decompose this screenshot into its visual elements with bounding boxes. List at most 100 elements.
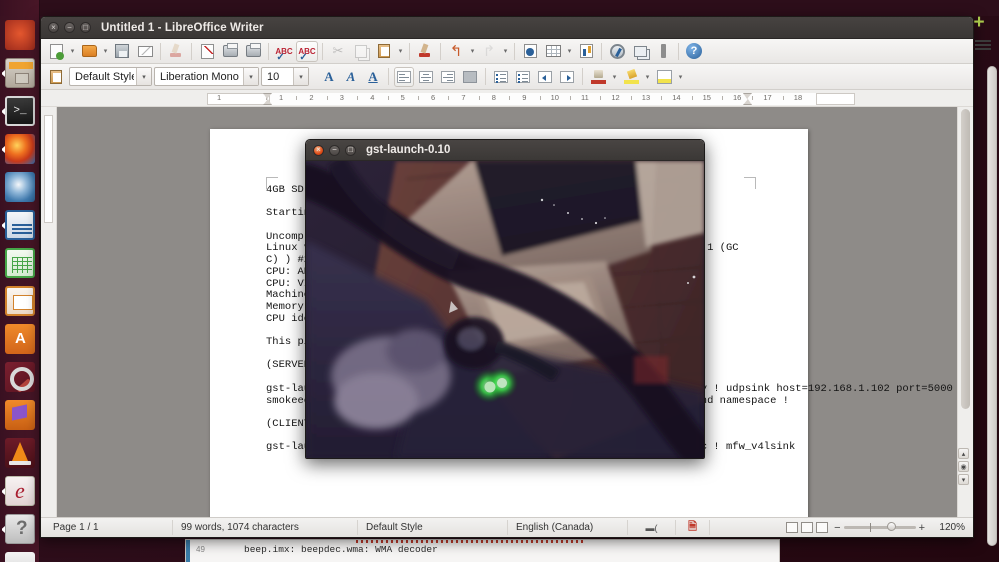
background-color-button[interactable] <box>654 67 674 87</box>
font-color-dropdown[interactable]: ▾ <box>610 66 619 87</box>
formatting-toolbar[interactable]: Default Style ▾ Liberation Mono ▾ 10 ▾ A… <box>41 64 973 90</box>
copy-button[interactable] <box>350 41 372 62</box>
zoom-out-button[interactable]: − <box>834 522 840 534</box>
font-name-combobox[interactable]: Liberation Mono ▾ <box>154 67 259 86</box>
undo-button[interactable]: ↰ <box>445 41 467 62</box>
chevron-down-icon[interactable]: ▾ <box>243 68 258 85</box>
single-page-icon[interactable] <box>786 522 799 533</box>
cut-button[interactable]: ✂ <box>327 41 349 62</box>
desktop-scrollbar[interactable] <box>987 66 997 546</box>
font-size-combobox[interactable]: 10 ▾ <box>261 67 309 86</box>
libreoffice-help-button[interactable]: ? <box>683 41 705 62</box>
launcher-item-firefox[interactable] <box>2 131 38 167</box>
paragraph-style-combobox[interactable]: Default Style ▾ <box>69 67 152 86</box>
edit-mode-button[interactable] <box>165 41 187 62</box>
gallery-button[interactable] <box>629 41 651 62</box>
zoom-slider-track[interactable] <box>843 522 916 532</box>
scrollbar-thumb[interactable] <box>961 109 970 409</box>
background-color-dropdown[interactable]: ▾ <box>676 66 685 87</box>
launcher-item-libreoffice-impress[interactable] <box>2 283 38 319</box>
page-style[interactable]: Default Style <box>358 520 508 535</box>
launcher-item-ubuntu-dash[interactable] <box>2 17 38 53</box>
zoom-in-button[interactable]: + <box>919 522 925 534</box>
print-document-button[interactable] <box>219 41 241 62</box>
clone-formatting-button[interactable] <box>414 41 436 62</box>
view-layout-buttons[interactable] <box>786 522 829 533</box>
maximize-button[interactable]: □ <box>345 144 356 156</box>
vertical-ruler[interactable] <box>41 107 57 517</box>
launcher-item-files[interactable] <box>2 55 38 91</box>
new-document-button[interactable] <box>45 41 67 62</box>
decrease-indent-button[interactable] <box>535 67 555 87</box>
launcher-item-acrobat-reader[interactable] <box>2 473 38 509</box>
insert-mode-indicator[interactable]: ▬( <box>628 520 676 535</box>
gst-titlebar[interactable]: × − □ gst-launch-0.10 <box>306 140 704 161</box>
launcher-item-chromium[interactable] <box>2 169 38 205</box>
undo-dropdown[interactable]: ▾ <box>468 41 477 62</box>
hamburger-menu-icon[interactable] <box>975 38 991 52</box>
launcher-item-software-center[interactable] <box>2 321 38 357</box>
highlighting-dropdown[interactable]: ▾ <box>643 66 652 87</box>
horizontal-ruler[interactable]: 1 1 2 3 4 5 6 7 8 9 10 11 12 13 14 15 16 17 18 <box>41 90 973 107</box>
launcher-item-amazon[interactable] <box>2 397 38 433</box>
open-document-dropdown[interactable]: ▾ <box>101 41 110 62</box>
page-indicator[interactable]: Page 1 / 1 <box>45 520 173 535</box>
paste-button[interactable] <box>373 41 395 62</box>
close-button[interactable]: × <box>48 22 59 33</box>
set-paragraph-style-button[interactable] <box>45 66 67 87</box>
navigation-dialog-button[interactable]: ◉ <box>958 461 969 472</box>
align-right-button[interactable] <box>438 67 458 87</box>
insert-table-button[interactable] <box>542 41 564 62</box>
navigator-button[interactable] <box>606 41 628 62</box>
minimize-button[interactable]: − <box>64 22 75 33</box>
launcher-item-vlc[interactable] <box>2 435 38 471</box>
print-preview-button[interactable] <box>242 41 264 62</box>
writer-titlebar[interactable]: × − □ Untitled 1 - LibreOffice Writer <box>41 17 973 39</box>
scroll-down-button[interactable]: ▾ <box>958 474 969 485</box>
open-document-button[interactable] <box>78 41 100 62</box>
zoom-level[interactable]: 120% <box>931 520 969 535</box>
new-document-dropdown[interactable]: ▾ <box>68 41 77 62</box>
maximize-button[interactable]: □ <box>80 22 91 33</box>
gst-window-controls[interactable]: × − □ <box>313 144 356 156</box>
insert-hyperlink-button[interactable] <box>519 41 541 62</box>
launcher-item-system-settings[interactable] <box>2 359 38 395</box>
autospellcheck-button[interactable]: ABC <box>296 40 318 63</box>
video-stream-view[interactable] <box>306 161 704 458</box>
standard-toolbar[interactable]: ▾ ▾ ABC ABC ✂ ▾ ↰ ▾ ↱ ▾ <box>41 39 973 64</box>
redo-button[interactable]: ↱ <box>478 41 500 62</box>
add-workspace-button[interactable]: + <box>971 13 987 32</box>
redo-dropdown[interactable]: ▾ <box>501 41 510 62</box>
chevron-down-icon[interactable]: ▾ <box>136 68 151 85</box>
word-count[interactable]: 99 words, 1074 characters <box>173 520 358 535</box>
underline-button[interactable]: A <box>363 67 383 87</box>
unity-launcher[interactable]: >_ <box>0 0 40 562</box>
export-pdf-button[interactable] <box>196 41 218 62</box>
document-modified-indicator[interactable]: 🗎 <box>676 520 710 535</box>
unordered-list-button[interactable] <box>491 67 511 87</box>
language-indicator[interactable]: English (Canada) <box>508 520 628 535</box>
multi-page-icon[interactable] <box>801 522 814 533</box>
scroll-up-button[interactable]: ▴ <box>958 448 969 459</box>
zoom-slider-handle[interactable] <box>886 522 896 531</box>
email-document-button[interactable] <box>134 41 156 62</box>
save-document-button[interactable] <box>111 41 133 62</box>
formatting-marks-button[interactable] <box>652 41 674 62</box>
highlighting-button[interactable] <box>621 67 641 87</box>
bold-button[interactable]: A <box>319 67 339 87</box>
writer-statusbar[interactable]: Page 1 / 1 99 words, 1074 characters Def… <box>41 517 973 537</box>
chevron-down-icon[interactable]: ▾ <box>293 68 308 85</box>
launcher-item-terminal[interactable]: >_ <box>2 93 38 129</box>
launcher-item-libreoffice-writer[interactable] <box>2 207 38 243</box>
font-color-button[interactable] <box>588 67 608 87</box>
paste-dropdown[interactable]: ▾ <box>396 41 405 62</box>
document-vertical-scrollbar[interactable]: ▴ ◉ ▾ <box>957 107 973 517</box>
insert-chart-button[interactable] <box>575 41 597 62</box>
launcher-item-libreoffice-calc[interactable] <box>2 245 38 281</box>
align-left-button[interactable] <box>394 66 414 87</box>
gst-launch-window[interactable]: × − □ gst-launch-0.10 <box>305 139 705 459</box>
insert-table-dropdown[interactable]: ▾ <box>565 41 574 62</box>
navigation-buttons[interactable]: ▴ ◉ ▾ <box>958 448 971 487</box>
zoom-slider[interactable]: − + <box>834 522 925 534</box>
minimize-button[interactable]: − <box>329 144 340 156</box>
